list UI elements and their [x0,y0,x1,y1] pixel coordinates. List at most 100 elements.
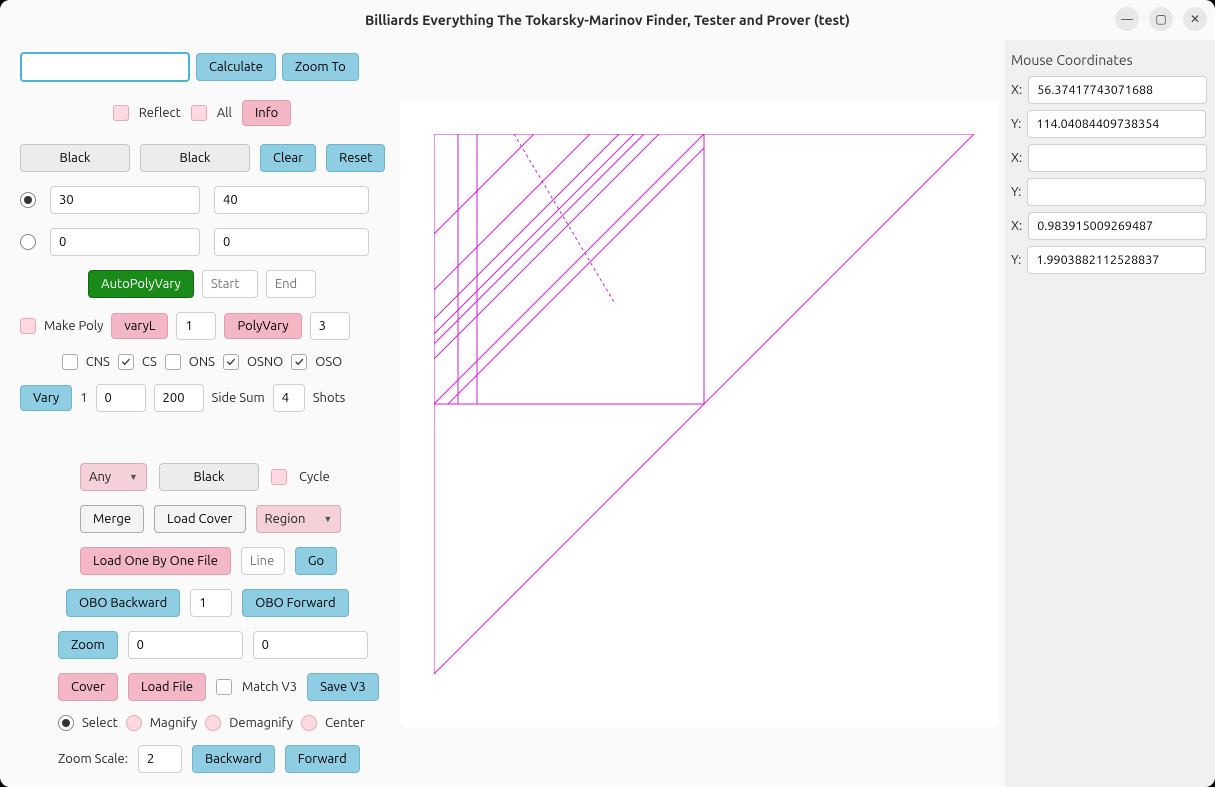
auto-poly-vary-button[interactable]: AutoPolyVary [88,270,194,298]
cycle-label: Cycle [299,470,330,484]
osno-label: OSNO [247,355,283,369]
zoom-x-input[interactable] [128,631,243,659]
main-input[interactable] [20,52,190,82]
zoom-scale-label: Zoom Scale: [58,752,128,766]
oso-checkbox[interactable] [291,354,307,370]
save-v3-button[interactable]: Save V3 [307,673,379,701]
all-label: All [217,106,232,120]
zoom-to-button[interactable]: Zoom To [282,53,359,81]
load-obo-button[interactable]: Load One By One File [80,547,231,575]
cover-button[interactable]: Cover [58,673,118,701]
y1-input[interactable] [1027,110,1206,138]
vary-button[interactable]: Vary [20,385,72,411]
content: Calculate Zoom To Reflect All Info Black… [0,40,1215,787]
vary-l-button[interactable]: varyL [111,313,168,339]
vary-end-input[interactable] [154,384,204,412]
app-window: Billiards Everything The Tokarsky-Marino… [0,0,1215,787]
zoom-y-input[interactable] [253,631,368,659]
cycle-checkbox[interactable] [271,469,287,485]
angle-a2-input[interactable] [214,186,369,214]
merge-button[interactable]: Merge [80,505,144,533]
region-dropdown[interactable]: Region ▼ [256,505,342,533]
chevron-down-icon: ▼ [129,472,138,482]
chevron-down-icon: ▼ [323,514,332,524]
reset-button[interactable]: Reset [326,144,385,172]
reflect-checkbox[interactable] [113,105,129,121]
poly-vary-input[interactable] [310,312,350,340]
black-button-3[interactable]: Black [159,463,259,491]
black-button-1[interactable]: Black [20,144,130,172]
angle-b2-input[interactable] [214,228,369,256]
go-button[interactable]: Go [295,547,337,575]
canvas-area[interactable] [400,100,999,727]
clear-button[interactable]: Clear [260,144,316,172]
left-panel: Calculate Zoom To Reflect All Info Black… [0,40,400,787]
magnify-label: Magnify [150,716,198,730]
cns-checkbox[interactable] [62,354,78,370]
center-radio[interactable] [301,715,317,731]
obo-forward-button[interactable]: OBO Forward [242,589,348,617]
line-input[interactable] [241,547,285,575]
window-title: Billiards Everything The Tokarsky-Marino… [365,12,850,28]
side-sum-label: Side Sum [212,391,265,405]
close-button[interactable]: ✕ [1183,7,1207,31]
black-button-2[interactable]: Black [140,144,250,172]
forward-button[interactable]: Forward [285,745,360,773]
center-label: Center [325,716,365,730]
start-input[interactable] [202,270,258,298]
titlebar: Billiards Everything The Tokarsky-Marino… [0,0,1215,40]
vary-l-input[interactable] [176,312,216,340]
load-cover-button[interactable]: Load Cover [154,505,245,533]
poly-vary-button[interactable]: PolyVary [224,313,301,339]
zoom-button[interactable]: Zoom [58,631,118,659]
x2-input[interactable] [1028,144,1207,172]
backward-button[interactable]: Backward [192,745,275,773]
x1-input[interactable] [1028,76,1207,104]
load-file-button[interactable]: Load File [128,673,206,701]
cs-checkbox[interactable] [118,354,134,370]
vary-one: 1 [80,391,87,405]
make-poly-label: Make Poly [44,319,103,333]
ons-checkbox[interactable] [165,354,181,370]
x3-label: X: [1011,219,1022,233]
obo-backward-button[interactable]: OBO Backward [66,589,180,617]
shots-label: Shots [313,391,346,405]
vary-start-input[interactable] [96,384,146,412]
oso-label: OSO [315,355,342,369]
select-label: Select [82,716,118,730]
angle-radio-2[interactable] [20,234,36,250]
maximize-button[interactable]: ▢ [1149,7,1173,31]
demagnify-radio[interactable] [205,715,221,731]
angle-radio-1[interactable] [20,192,36,208]
region-dropdown-label: Region [265,512,306,526]
y3-input[interactable] [1027,246,1206,274]
end-input[interactable] [266,270,316,298]
zoom-scale-input[interactable] [138,745,182,773]
y2-input[interactable] [1027,178,1206,206]
x1-label: X: [1011,83,1022,97]
calculate-button[interactable]: Calculate [196,53,276,81]
ons-label: ONS [189,355,215,369]
match-v3-checkbox[interactable] [216,679,232,695]
cns-label: CNS [86,355,110,369]
right-panel: Mouse Coordinates X: Y: X: Y: X: Y: [1005,40,1215,787]
angle-b1-input[interactable] [50,228,200,256]
any-dropdown[interactable]: Any ▼ [80,463,147,491]
mouse-coords-heading: Mouse Coordinates [1011,52,1205,68]
obo-index-input[interactable] [190,589,232,617]
magnify-radio[interactable] [126,715,142,731]
any-dropdown-label: Any [89,470,111,484]
osno-checkbox[interactable] [223,354,239,370]
all-checkbox[interactable] [191,105,207,121]
select-radio[interactable] [58,715,74,731]
minimize-button[interactable]: — [1115,7,1139,31]
y2-label: Y: [1011,185,1021,199]
side-sum-input[interactable] [273,384,305,412]
window-controls: — ▢ ✕ [1115,7,1207,31]
match-v3-label: Match V3 [242,680,297,694]
angle-a1-input[interactable] [50,186,200,214]
make-poly-checkbox[interactable] [20,318,36,334]
x3-input[interactable] [1028,212,1207,240]
info-button[interactable]: Info [242,100,291,126]
cs-label: CS [142,355,157,369]
